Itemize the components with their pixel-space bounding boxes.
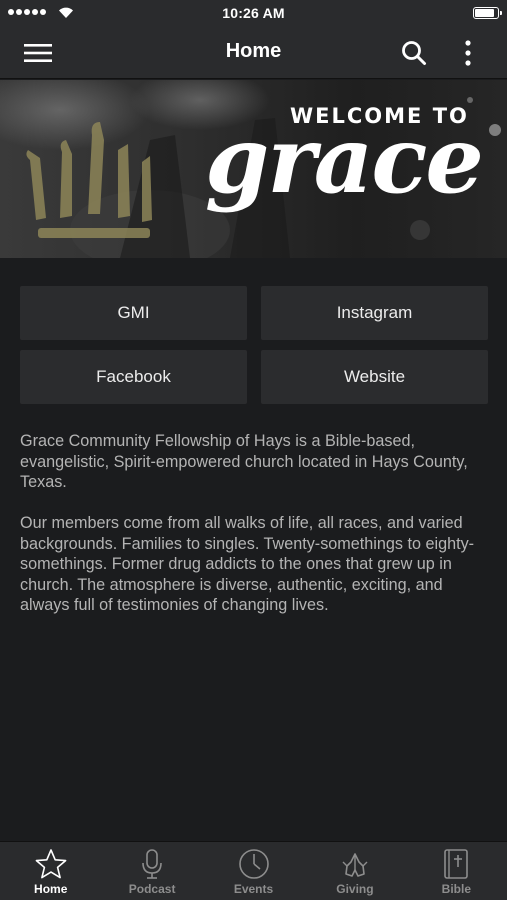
tab-label: Podcast — [128, 882, 176, 896]
star-icon — [35, 849, 67, 879]
tab-home[interactable]: Home — [0, 842, 101, 900]
status-bar: 10:26 AM — [0, 0, 507, 26]
search-button[interactable] — [394, 34, 434, 72]
nav-bar: Home — [0, 26, 507, 79]
more-vertical-icon — [465, 40, 471, 66]
description-paragraph-1: Grace Community Fellowship of Hays is a … — [20, 432, 468, 491]
battery-icon — [473, 7, 502, 19]
facebook-button[interactable]: Facebook — [20, 350, 247, 404]
gmi-button[interactable]: GMI — [20, 286, 247, 340]
tab-events[interactable]: Events — [203, 842, 304, 900]
tab-giving[interactable]: Giving — [304, 842, 405, 900]
church-description: Grace Community Fellowship of Hays is a … — [20, 431, 488, 636]
praying-hands-icon — [342, 853, 368, 877]
bottom-tab-bar: Home Podcast Events Giving Bible — [0, 841, 507, 900]
tab-label: Events — [233, 882, 274, 896]
search-icon — [402, 41, 426, 65]
hero-banner: WELCOME TO grace — [0, 80, 507, 258]
microphone-icon — [142, 849, 162, 879]
tab-label: Giving — [336, 882, 374, 896]
website-button[interactable]: Website — [261, 350, 488, 404]
instagram-button[interactable]: Instagram — [261, 286, 488, 340]
link-button-grid: GMI Instagram Facebook Website — [20, 286, 488, 404]
tab-bible[interactable]: Bible — [406, 842, 507, 900]
app-screen: 10:26 AM Home WELCOME TO grace GMI Insta… — [0, 0, 507, 900]
description-paragraph-2: Our members come from all walks of life,… — [20, 514, 475, 614]
tab-podcast[interactable]: Podcast — [101, 842, 202, 900]
tab-label: Home — [34, 882, 68, 896]
tab-label: Bible — [441, 882, 471, 896]
battery-fill — [475, 9, 495, 17]
status-time: 10:26 AM — [222, 5, 285, 21]
bible-icon — [444, 849, 469, 879]
more-options-button[interactable] — [448, 34, 488, 72]
clock-icon — [238, 849, 269, 879]
hero-script-text: grace — [205, 106, 484, 214]
main-content: GMI Instagram Facebook Website Grace Com… — [0, 258, 507, 841]
